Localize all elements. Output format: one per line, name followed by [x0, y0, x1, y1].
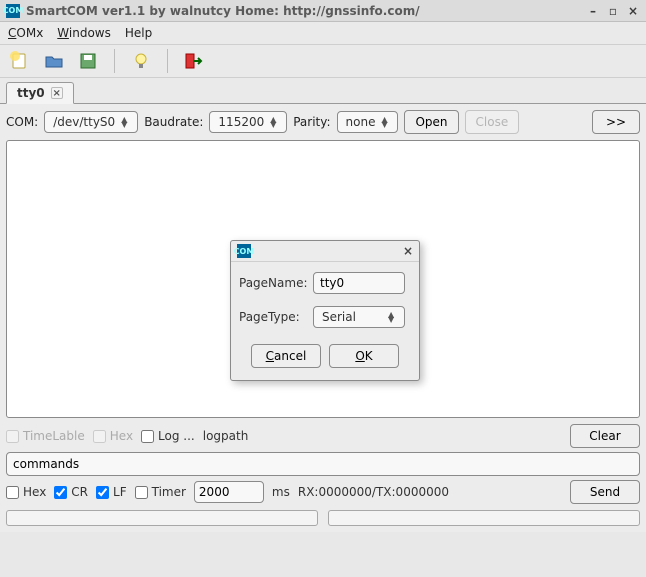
window-title: SmartCOM ver1.1 by walnutcy Home: http:/…	[26, 4, 580, 18]
app-icon: COM	[6, 4, 20, 18]
ok-button[interactable]: OK	[329, 344, 399, 368]
spin-icon: ▲▼	[381, 117, 391, 127]
minimize-button[interactable]: –	[586, 4, 600, 18]
com-row: COM: /dev/ttyS0 ▲▼ Baudrate: 115200 ▲▼ P…	[6, 110, 640, 134]
log-checkbox[interactable]: Log ...	[141, 429, 195, 443]
status-pane-right	[328, 510, 640, 526]
timelabel-checkbox: TimeLable	[6, 429, 85, 443]
baud-value: 115200	[218, 115, 264, 129]
menu-windows[interactable]: Windows	[57, 26, 111, 40]
toolbar	[0, 45, 646, 78]
spin-icon: ▲▼	[121, 117, 131, 127]
more-button[interactable]: >>	[592, 110, 640, 134]
port-select[interactable]: /dev/ttyS0 ▲▼	[44, 111, 138, 133]
port-value: /dev/ttyS0	[53, 115, 115, 129]
menu-comx[interactable]: COMx	[8, 26, 43, 40]
dialog-close-icon[interactable]: ×	[403, 244, 413, 258]
ms-label: ms	[272, 485, 290, 499]
parity-label: Parity:	[293, 115, 330, 129]
exit-icon[interactable]	[182, 49, 206, 73]
pagetype-value: Serial	[322, 310, 356, 324]
parity-select[interactable]: none ▲▼	[337, 111, 399, 133]
logpath-label: logpath	[203, 429, 249, 443]
statusbar	[6, 510, 640, 526]
new-icon[interactable]	[8, 49, 32, 73]
timer-checkbox[interactable]: Timer	[135, 485, 186, 499]
tab-close-icon[interactable]: ×	[51, 87, 63, 99]
com-label: COM:	[6, 115, 38, 129]
hex-send-checkbox[interactable]: Hex	[6, 485, 46, 499]
open-button[interactable]: Open	[404, 110, 458, 134]
pagename-input[interactable]	[313, 272, 405, 294]
send-row: Hex CR LF Timer ms RX:0000000/TX:0000000…	[6, 480, 640, 504]
save-icon[interactable]	[76, 49, 100, 73]
close-window-button[interactable]: ×	[626, 4, 640, 18]
rxtx-label: RX:0000000/TX:0000000	[298, 485, 449, 499]
status-pane-left	[6, 510, 318, 526]
log-row: TimeLable Hex Log ... logpath Clear	[6, 424, 640, 448]
baud-label: Baudrate:	[144, 115, 203, 129]
pagename-label: PageName:	[239, 276, 307, 290]
spin-icon: ▲▼	[388, 312, 398, 322]
timer-input[interactable]	[194, 481, 264, 503]
baud-select[interactable]: 115200 ▲▼	[209, 111, 287, 133]
tab-tty0[interactable]: tty0 ×	[6, 82, 74, 104]
maximize-button[interactable]: ▫	[606, 4, 620, 18]
close-button: Close	[465, 110, 520, 134]
pagetype-label: PageType:	[239, 310, 307, 324]
parity-value: none	[346, 115, 376, 129]
send-button[interactable]: Send	[570, 480, 640, 504]
tabstrip: tty0 ×	[0, 78, 646, 104]
command-row	[6, 452, 640, 476]
hex-log-checkbox: Hex	[93, 429, 133, 443]
bulb-icon[interactable]	[129, 49, 153, 73]
titlebar: COM SmartCOM ver1.1 by walnutcy Home: ht…	[0, 0, 646, 22]
command-input[interactable]	[6, 452, 640, 476]
toolbar-separator	[167, 49, 168, 73]
dialog-app-icon: COM	[237, 244, 251, 258]
pagetype-select[interactable]: Serial ▲▼	[313, 306, 405, 328]
dialog-titlebar: COM ×	[231, 241, 419, 262]
clear-button[interactable]: Clear	[570, 424, 640, 448]
menu-help[interactable]: Help	[125, 26, 152, 40]
toolbar-separator	[114, 49, 115, 73]
spin-icon: ▲▼	[270, 117, 280, 127]
cancel-button[interactable]: Cancel	[251, 344, 321, 368]
tab-label: tty0	[17, 86, 45, 100]
lf-checkbox[interactable]: LF	[96, 485, 127, 499]
cr-checkbox[interactable]: CR	[54, 485, 88, 499]
open-icon[interactable]	[42, 49, 66, 73]
menubar: COMx Windows Help	[0, 22, 646, 45]
page-dialog: COM × PageName: PageType: Serial ▲▼ Canc…	[230, 240, 420, 381]
